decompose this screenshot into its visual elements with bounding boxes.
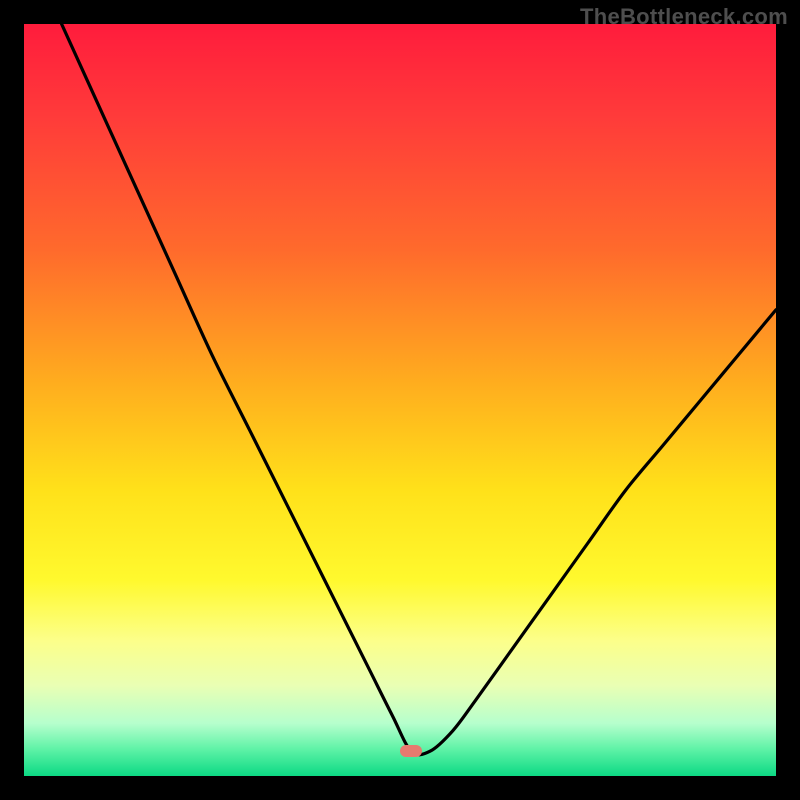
optimal-marker xyxy=(400,745,422,757)
chart-frame: TheBottleneck.com xyxy=(0,0,800,800)
bottleneck-plot xyxy=(24,24,776,776)
gradient-background xyxy=(24,24,776,776)
